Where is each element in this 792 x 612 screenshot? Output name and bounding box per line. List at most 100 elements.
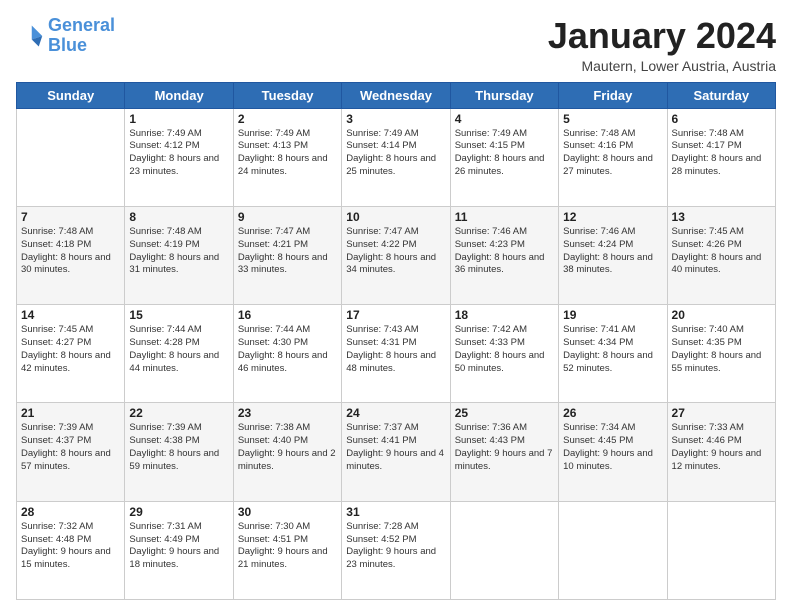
day-number: 4 xyxy=(455,112,554,126)
weekday-header-row: Sunday Monday Tuesday Wednesday Thursday… xyxy=(17,82,776,108)
day-number: 5 xyxy=(563,112,662,126)
logo: General Blue xyxy=(16,16,115,56)
day-number: 23 xyxy=(238,406,337,420)
day-number: 16 xyxy=(238,308,337,322)
day-number: 18 xyxy=(455,308,554,322)
day-number: 17 xyxy=(346,308,445,322)
day-number: 8 xyxy=(129,210,228,224)
logo-line1: General xyxy=(48,15,115,35)
calendar-cell: 23 Sunrise: 7:38 AMSunset: 4:40 PMDayligh… xyxy=(233,403,341,501)
cell-info: Sunrise: 7:48 AMSunset: 4:16 PMDaylight:… xyxy=(563,128,662,179)
cell-info: Sunrise: 7:31 AMSunset: 4:49 PMDaylight:… xyxy=(129,521,228,572)
day-number: 20 xyxy=(672,308,771,322)
logo-text: General Blue xyxy=(48,16,115,56)
cell-info: Sunrise: 7:42 AMSunset: 4:33 PMDaylight:… xyxy=(455,324,554,375)
calendar-cell xyxy=(17,108,125,206)
day-number: 3 xyxy=(346,112,445,126)
calendar-cell: 17Sunrise: 7:43 AMSunset: 4:31 PMDayligh… xyxy=(342,305,450,403)
cell-info: Sunrise: 7:32 AMSunset: 4:48 PMDaylight:… xyxy=(21,521,120,572)
calendar-cell: 21Sunrise: 7:39 AMSunset: 4:37 PMDayligh… xyxy=(17,403,125,501)
header-saturday: Saturday xyxy=(667,82,775,108)
calendar-cell: 29 Sunrise: 7:31 AMSunset: 4:49 PMDayligh… xyxy=(125,501,233,599)
cell-info: Sunrise: 7:34 AMSunset: 4:45 PMDaylight:… xyxy=(563,422,662,473)
cell-info: Sunrise: 7:40 AMSunset: 4:35 PMDaylight:… xyxy=(672,324,771,375)
day-number: 14 xyxy=(21,308,120,322)
cell-info: Sunrise: 7:48 AMSunset: 4:19 PMDaylight:… xyxy=(129,226,228,277)
cell-info: Sunrise: 7:49 AMSunset: 4:15 PMDaylight:… xyxy=(455,128,554,179)
cell-info: Sunrise: 7:45 AMSunset: 4:27 PMDaylight:… xyxy=(21,324,120,375)
cell-info: Sunrise: 7:36 AMSunset: 4:43 PMDaylight:… xyxy=(455,422,554,473)
subtitle: Mautern, Lower Austria, Austria xyxy=(548,58,776,74)
day-number: 10 xyxy=(346,210,445,224)
cell-info: Sunrise: 7:48 AMSunset: 4:18 PMDaylight:… xyxy=(21,226,120,277)
day-number: 7 xyxy=(21,210,120,224)
calendar-cell: 1 Sunrise: 7:49 AMSunset: 4:12 PMDaylight… xyxy=(125,108,233,206)
day-number: 2 xyxy=(238,112,337,126)
day-number: 29 xyxy=(129,505,228,519)
calendar-cell xyxy=(450,501,558,599)
calendar-cell: 26 Sunrise: 7:34 AMSunset: 4:45 PMDayligh… xyxy=(559,403,667,501)
calendar-cell: 7 Sunrise: 7:48 AMSunset: 4:18 PMDaylight… xyxy=(17,206,125,304)
cell-info: Sunrise: 7:46 AMSunset: 4:23 PMDaylight:… xyxy=(455,226,554,277)
header: General Blue January 2024 Mautern, Lower… xyxy=(16,16,776,74)
cell-info: Sunrise: 7:48 AMSunset: 4:17 PMDaylight:… xyxy=(672,128,771,179)
calendar-cell: 6 Sunrise: 7:48 AMSunset: 4:17 PMDaylight… xyxy=(667,108,775,206)
cell-info: Sunrise: 7:30 AMSunset: 4:51 PMDaylight:… xyxy=(238,521,337,572)
day-number: 28 xyxy=(21,505,120,519)
calendar-cell: 11Sunrise: 7:46 AMSunset: 4:23 PMDayligh… xyxy=(450,206,558,304)
day-number: 6 xyxy=(672,112,771,126)
calendar-cell: 4 Sunrise: 7:49 AMSunset: 4:15 PMDaylight… xyxy=(450,108,558,206)
cell-info: Sunrise: 7:38 AMSunset: 4:40 PMDaylight:… xyxy=(238,422,337,473)
cell-info: Sunrise: 7:49 AMSunset: 4:14 PMDaylight:… xyxy=(346,128,445,179)
cell-info: Sunrise: 7:46 AMSunset: 4:24 PMDaylight:… xyxy=(563,226,662,277)
header-tuesday: Tuesday xyxy=(233,82,341,108)
cell-info: Sunrise: 7:37 AMSunset: 4:41 PMDaylight:… xyxy=(346,422,445,473)
header-friday: Friday xyxy=(559,82,667,108)
day-number: 26 xyxy=(563,406,662,420)
cell-info: Sunrise: 7:33 AMSunset: 4:46 PMDaylight:… xyxy=(672,422,771,473)
calendar-cell: 22Sunrise: 7:39 AMSunset: 4:38 PMDayligh… xyxy=(125,403,233,501)
day-number: 13 xyxy=(672,210,771,224)
main-title: January 2024 xyxy=(548,16,776,56)
calendar-cell: 31 Sunrise: 7:28 AMSunset: 4:52 PMDayligh… xyxy=(342,501,450,599)
calendar-cell: 20 Sunrise: 7:40 AMSunset: 4:35 PMDayligh… xyxy=(667,305,775,403)
calendar-cell: 13 Sunrise: 7:45 AMSunset: 4:26 PMDayligh… xyxy=(667,206,775,304)
cell-info: Sunrise: 7:49 AMSunset: 4:12 PMDaylight:… xyxy=(129,128,228,179)
title-block: January 2024 Mautern, Lower Austria, Aus… xyxy=(548,16,776,74)
week-row-2: 14 Sunrise: 7:45 AMSunset: 4:27 PMDayligh… xyxy=(17,305,776,403)
logo-line2: Blue xyxy=(48,35,87,55)
day-number: 19 xyxy=(563,308,662,322)
header-monday: Monday xyxy=(125,82,233,108)
calendar-cell: 10 Sunrise: 7:47 AMSunset: 4:22 PMDayligh… xyxy=(342,206,450,304)
calendar-cell: 19Sunrise: 7:41 AMSunset: 4:34 PMDayligh… xyxy=(559,305,667,403)
cell-info: Sunrise: 7:28 AMSunset: 4:52 PMDaylight:… xyxy=(346,521,445,572)
calendar-cell: 24Sunrise: 7:37 AMSunset: 4:41 PMDayligh… xyxy=(342,403,450,501)
day-number: 25 xyxy=(455,406,554,420)
day-number: 15 xyxy=(129,308,228,322)
calendar-cell: 25 Sunrise: 7:36 AMSunset: 4:43 PMDayligh… xyxy=(450,403,558,501)
calendar-cell: 18 Sunrise: 7:42 AMSunset: 4:33 PMDayligh… xyxy=(450,305,558,403)
cell-info: Sunrise: 7:44 AMSunset: 4:30 PMDaylight:… xyxy=(238,324,337,375)
calendar-cell: 14 Sunrise: 7:45 AMSunset: 4:27 PMDayligh… xyxy=(17,305,125,403)
calendar-cell xyxy=(559,501,667,599)
cell-info: Sunrise: 7:47 AMSunset: 4:22 PMDaylight:… xyxy=(346,226,445,277)
calendar-cell: 12Sunrise: 7:46 AMSunset: 4:24 PMDayligh… xyxy=(559,206,667,304)
day-number: 1 xyxy=(129,112,228,126)
day-number: 31 xyxy=(346,505,445,519)
calendar-cell: 5 Sunrise: 7:48 AMSunset: 4:16 PMDaylight… xyxy=(559,108,667,206)
cell-info: Sunrise: 7:45 AMSunset: 4:26 PMDaylight:… xyxy=(672,226,771,277)
cell-info: Sunrise: 7:49 AMSunset: 4:13 PMDaylight:… xyxy=(238,128,337,179)
calendar-cell: 30Sunrise: 7:30 AMSunset: 4:51 PMDayligh… xyxy=(233,501,341,599)
calendar-cell: 16 Sunrise: 7:44 AMSunset: 4:30 PMDayligh… xyxy=(233,305,341,403)
calendar-cell: 9Sunrise: 7:47 AMSunset: 4:21 PMDaylight… xyxy=(233,206,341,304)
cell-info: Sunrise: 7:39 AMSunset: 4:37 PMDaylight:… xyxy=(21,422,120,473)
calendar-cell xyxy=(667,501,775,599)
header-wednesday: Wednesday xyxy=(342,82,450,108)
day-number: 22 xyxy=(129,406,228,420)
cell-info: Sunrise: 7:47 AMSunset: 4:21 PMDaylight:… xyxy=(238,226,337,277)
week-row-1: 7 Sunrise: 7:48 AMSunset: 4:18 PMDaylight… xyxy=(17,206,776,304)
calendar-cell: 15 Sunrise: 7:44 AMSunset: 4:28 PMDayligh… xyxy=(125,305,233,403)
calendar-cell: 2 Sunrise: 7:49 AMSunset: 4:13 PMDaylight… xyxy=(233,108,341,206)
cell-info: Sunrise: 7:44 AMSunset: 4:28 PMDaylight:… xyxy=(129,324,228,375)
header-thursday: Thursday xyxy=(450,82,558,108)
